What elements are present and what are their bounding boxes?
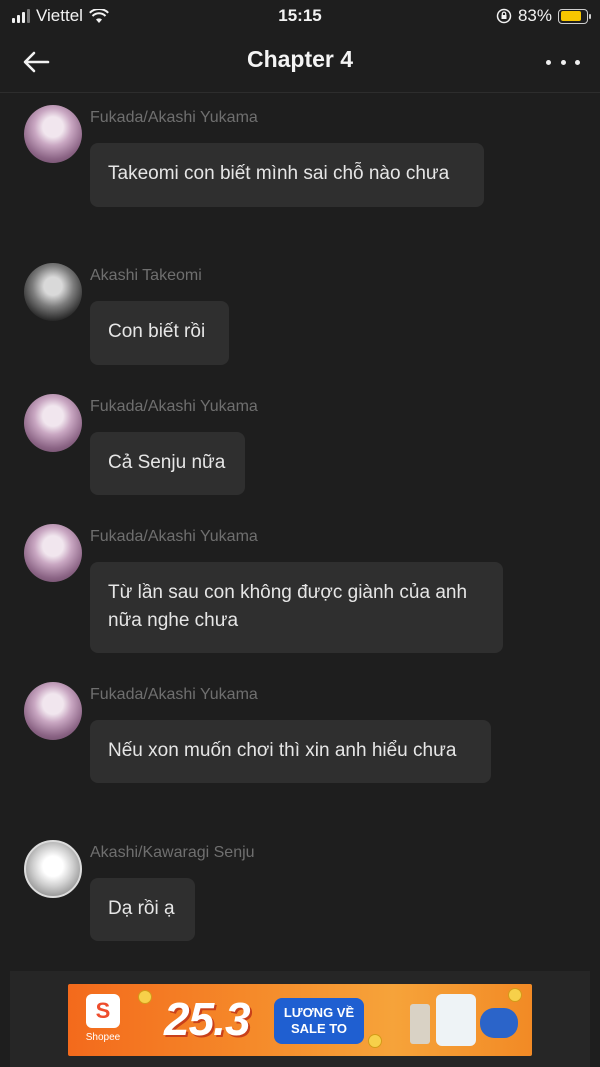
shopee-logo: S Shopee	[80, 994, 126, 1048]
avatar[interactable]	[24, 394, 82, 452]
nav-divider	[0, 92, 600, 93]
ad-tagline: LƯƠNG VỀ SALE TO	[274, 998, 364, 1044]
ad-date: 25.3	[164, 993, 251, 1045]
message-bubble: Dạ rồi ạ	[90, 878, 195, 941]
product-appliance-image	[436, 994, 476, 1046]
ad-product-images	[404, 990, 524, 1050]
product-headphones-image	[480, 1008, 518, 1038]
avatar[interactable]	[24, 105, 82, 163]
dot	[560, 59, 566, 65]
ad-tagline-line: SALE TO	[290, 1021, 348, 1036]
message-bubble: Takeomi con biết mình sai chỗ nào chưa	[90, 143, 484, 207]
avatar[interactable]	[24, 840, 82, 898]
message-bubble: Nếu xon muốn chơi thì xin anh hiểu chưa	[90, 720, 491, 783]
sender-name: Fukada/Akashi Yukama	[90, 398, 258, 415]
more-options-button[interactable]	[546, 52, 580, 72]
battery-icon	[558, 8, 591, 24]
coin-icon	[138, 990, 152, 1004]
battery-fill	[560, 11, 582, 21]
shopee-wordmark: Shopee	[85, 1032, 121, 1043]
avatar[interactable]	[24, 524, 82, 582]
message-line: Từ lần sau con không được giành của anh	[108, 582, 468, 603]
sender-name: Akashi Takeomi	[90, 267, 202, 284]
avatar[interactable]	[24, 263, 82, 321]
message-bubble: Cả Senju nữa	[90, 432, 245, 495]
page-title: Chapter 4	[246, 46, 354, 72]
status-bar: Viettel 15:15 83%	[0, 0, 600, 32]
dot	[546, 59, 551, 65]
battery-percent: 83%	[517, 6, 552, 25]
sender-name: Akashi/Kawaragi Senju	[90, 844, 255, 861]
dot	[575, 59, 580, 65]
orientation-lock-icon	[496, 8, 512, 24]
message-bubble: Từ lần sau con không được giành của anh …	[90, 562, 503, 653]
sender-name: Fukada/Akashi Yukama	[90, 109, 258, 126]
ad-tagline-line: LƯƠNG VỀ	[283, 1005, 355, 1020]
coin-icon	[368, 1034, 382, 1048]
shopee-bag-icon: S	[86, 994, 120, 1028]
message-line: nữa nghe chưa	[108, 610, 239, 631]
sender-name: Fukada/Akashi Yukama	[90, 686, 258, 703]
nav-bar: Chapter 4	[0, 32, 600, 92]
battery-group: 83%	[496, 6, 591, 26]
ad-banner[interactable]: S Shopee 25.3 LƯƠNG VỀ SALE TO	[68, 984, 532, 1056]
message-bubble: Con biết rồi	[90, 301, 229, 365]
sender-name: Fukada/Akashi Yukama	[90, 528, 258, 545]
avatar[interactable]	[24, 682, 82, 740]
product-tube-image	[410, 1004, 430, 1044]
